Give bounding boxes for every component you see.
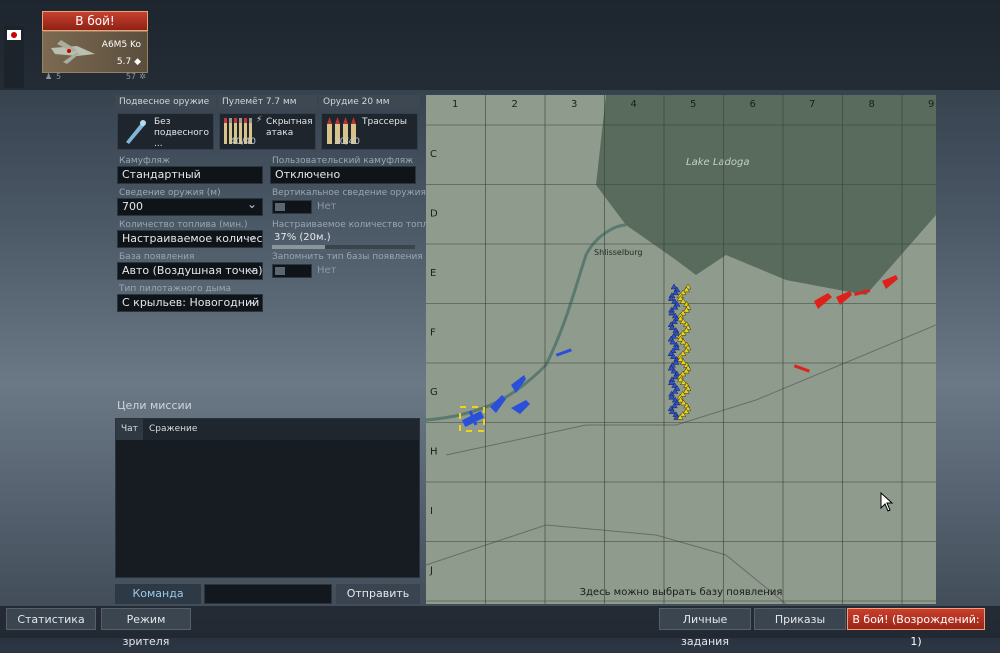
- grid-column-label: 4: [631, 99, 637, 110]
- vehicle-bar: [0, 0, 1000, 90]
- cannon-ammo-slot[interactable]: Трассеры 30/40: [321, 113, 418, 150]
- tab-battle[interactable]: Сражение: [144, 419, 202, 440]
- fuel-custom-label: Настраиваемое количество топлива: [272, 220, 445, 230]
- rank-value: 57: [125, 72, 136, 81]
- grid-column-label: 2: [512, 99, 518, 110]
- slot-header-secondary: Подвесное оружие: [115, 95, 216, 109]
- grid-row-label: E: [430, 268, 436, 279]
- vehicle-card[interactable]: A6M5 Ko 5.7 ◆: [42, 31, 148, 73]
- user-camo-select[interactable]: Отключено: [270, 166, 416, 184]
- fuel-slider-fill: [272, 245, 325, 249]
- stats-button[interactable]: Статистика: [6, 608, 96, 630]
- battle-rating: 5.7 ◆: [116, 57, 141, 67]
- crew-level: 5: [56, 72, 62, 81]
- grid-column-label: 5: [690, 99, 696, 110]
- remember-spawn-label: Запомнить тип базы появления: [272, 252, 423, 262]
- vehicle-footer: ♟ 5 57 ✲: [42, 72, 146, 84]
- grid-row-label: D: [430, 209, 438, 220]
- mg-ammo-count: 40/40: [230, 137, 256, 147]
- orders-button[interactable]: Приказы: [754, 608, 846, 630]
- fuel-slider[interactable]: [272, 245, 415, 249]
- convergence-label: Сведение оружия (м): [119, 188, 221, 198]
- mg-ammo-label: Скрытная атака: [266, 117, 313, 138]
- grid-row-label: G: [430, 387, 438, 398]
- slot-header-mg: Пулемёт 7.7 мм: [218, 95, 317, 109]
- grid-row-label: J: [429, 566, 433, 577]
- tab-chat[interactable]: Чат: [116, 419, 143, 440]
- fuel-select[interactable]: Настраиваемое количес: [117, 230, 263, 248]
- slot-header-cannon: Орудие 20 мм: [319, 95, 420, 109]
- respawn-button[interactable]: В бой! (Возрождений: 1): [847, 608, 985, 648]
- crew-icon: ♟: [45, 72, 53, 81]
- spawn-map[interactable]: Lake Ladoga Shlisselburg 1 2 3 4 5 6 7 8 9 C D E F G H…: [426, 95, 936, 604]
- grid-column-label: 6: [750, 99, 756, 110]
- lake-label: Lake Ladoga: [686, 157, 749, 168]
- fuel-value: Настраиваемое количес: [122, 232, 263, 245]
- team-channel-button[interactable]: Команда: [115, 584, 201, 604]
- spawn-value: Авто (Воздушная точка): [122, 264, 263, 277]
- grid-column-label: 8: [869, 99, 875, 110]
- gear-icon: ✲: [139, 72, 146, 81]
- grid-row-label: H: [430, 447, 438, 458]
- remember-spawn-value: Нет: [317, 265, 337, 276]
- personal-tasks-button[interactable]: Личные задания: [659, 608, 751, 648]
- secondary-weapon-label: Без подвесного ...: [154, 117, 210, 149]
- grid-row-label: C: [430, 149, 437, 160]
- vert-conv-value: Нет: [317, 201, 337, 212]
- convergence-select[interactable]: 700: [117, 196, 263, 216]
- user-camo-label: Пользовательский камуфляж: [272, 156, 414, 166]
- plane-icon: [51, 40, 95, 64]
- chat-tabs: Чат Сражение: [116, 419, 419, 440]
- remember-spawn-toggle[interactable]: [272, 264, 312, 278]
- chat-panel: Чат Сражение: [115, 418, 420, 578]
- cannon-ammo-count: 30/40: [334, 137, 360, 147]
- grid-column-label: 7: [809, 99, 815, 110]
- chat-input[interactable]: [204, 584, 332, 604]
- spectator-button[interactable]: Режим зрителя: [101, 608, 191, 648]
- fuel-custom-value: 37% (20м.): [274, 232, 331, 243]
- smoke-select[interactable]: С крыльев: Новогодний: [117, 294, 263, 312]
- spawn-select[interactable]: Авто (Воздушная точка): [117, 262, 263, 280]
- japan-flag-icon: [7, 30, 21, 40]
- town-label: Shlisselburg: [594, 248, 642, 257]
- grid-column-label: 1: [452, 99, 458, 110]
- stealth-icon: ⚡: [256, 115, 263, 125]
- smoke-value: С крыльев: Новогодний: [122, 296, 260, 309]
- grid-column-label: 3: [571, 99, 577, 110]
- vehicle-name: A6M5 Ko: [101, 40, 141, 50]
- cannon-ammo-label: Трассеры: [362, 117, 407, 127]
- map-hint: Здесь можно выбрать базу появления: [579, 587, 783, 598]
- spawn-label: База появления: [119, 252, 195, 262]
- vert-conv-toggle[interactable]: [272, 200, 312, 214]
- convergence-value: 700: [122, 200, 143, 213]
- secondary-weapon-slot[interactable]: Без подвесного ...: [117, 113, 214, 150]
- grid-row-label: F: [430, 328, 436, 339]
- smoke-label: Тип пилотажного дыма: [119, 284, 232, 294]
- camo-select[interactable]: Стандартный: [117, 166, 263, 184]
- mg-ammo-slot[interactable]: ⚡ Скрытная атака 40/40: [219, 113, 316, 150]
- camo-label: Камуфляж: [119, 156, 170, 166]
- vehicle-to-battle-button[interactable]: В бой!: [42, 11, 148, 31]
- send-button[interactable]: Отправить: [336, 584, 420, 604]
- map-canvas[interactable]: Lake Ladoga Shlisselburg 1 2 3 4 5 6 7 8 9 C D E F G H…: [426, 95, 936, 604]
- mission-objectives-title: Цели миссии: [117, 399, 192, 412]
- empty-pylon-icon: [126, 120, 146, 144]
- grid-column-label: 9: [928, 99, 934, 110]
- vert-conv-label: Вертикальное сведение оружия: [272, 188, 426, 198]
- grid-row-label: I: [430, 506, 433, 517]
- fuel-label: Количество топлива (мин.): [119, 220, 248, 230]
- mouse-cursor-icon: [880, 492, 894, 512]
